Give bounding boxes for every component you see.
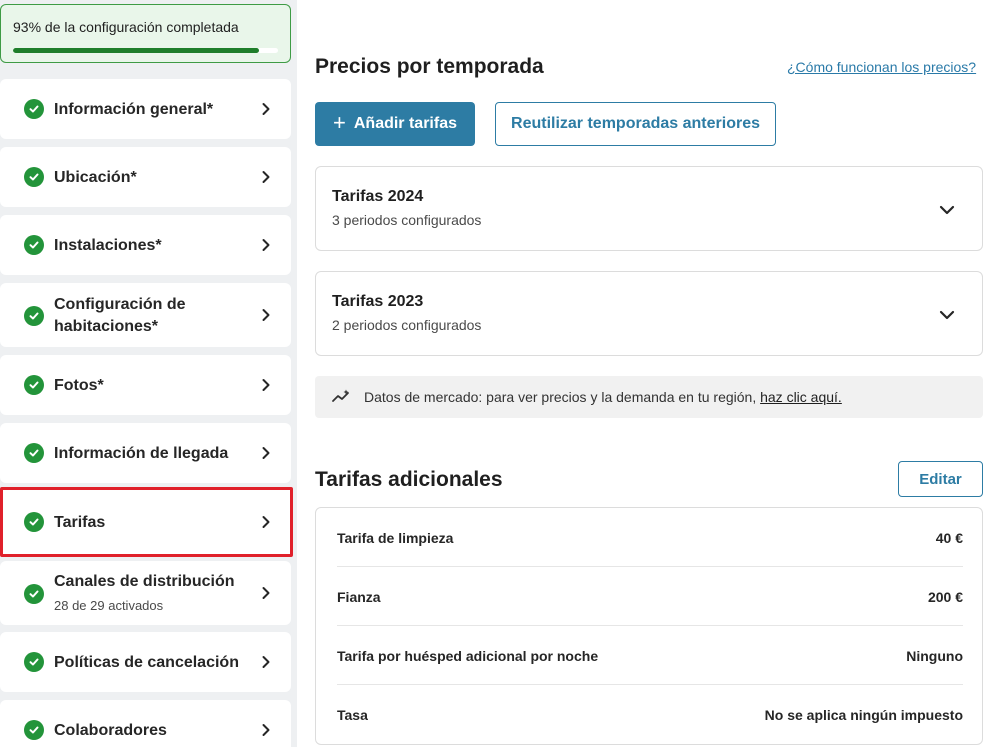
edit-fees-button[interactable]: Editar — [898, 461, 983, 497]
sidebar-item-label: Fotos* — [54, 377, 104, 394]
check-icon — [24, 235, 44, 255]
check-icon — [24, 375, 44, 395]
sidebar-item-label: Información de llegada — [54, 445, 229, 462]
market-data-banner: Datos de mercado: para ver precios y la … — [315, 376, 983, 418]
chevron-right-icon — [262, 516, 270, 528]
chevron-right-icon — [262, 239, 270, 251]
sidebar-item-label: Colaboradores — [54, 722, 167, 739]
pricing-help-link[interactable]: ¿Cómo funcionan los precios? — [787, 59, 976, 75]
fee-row: Fianza 200 € — [337, 567, 963, 626]
progress-label: 93% de la configuración completada — [13, 19, 239, 35]
market-data-message: Datos de mercado: para ver precios y la … — [364, 389, 757, 405]
sidebar-item-colaboradores[interactable]: Colaboradores — [0, 700, 291, 747]
fee-value: 40 € — [935, 530, 963, 546]
season-card-2023[interactable]: Tarifas 2023 2 periodos configurados — [315, 271, 983, 356]
sidebar-item-informacion-general[interactable]: Información general* — [0, 79, 291, 139]
plus-icon: + — [333, 110, 346, 135]
additional-fees-title: Tarifas adicionales — [315, 468, 503, 491]
chevron-right-icon — [262, 171, 270, 183]
check-icon — [24, 443, 44, 463]
chevron-down-icon[interactable] — [938, 202, 956, 218]
sidebar-item-politicas-cancelacion[interactable]: Políticas de cancelación — [0, 632, 291, 692]
sidebar-item-label-line2: habitaciones* — [54, 318, 159, 335]
chevron-right-icon — [262, 656, 270, 668]
fee-label: Tarifa por huésped adicional por noche — [337, 648, 599, 664]
fee-value: 200 € — [927, 589, 963, 605]
setup-sidebar: 93% de la configuración completada Infor… — [0, 0, 297, 747]
sidebar-item-label: Configuración de — [54, 296, 186, 313]
market-data-text: Datos de mercado: para ver precios y la … — [364, 389, 842, 405]
sidebar-item-fotos[interactable]: Fotos* — [0, 355, 291, 415]
check-icon — [24, 99, 44, 119]
fee-label: Tarifa de limpieza — [337, 530, 454, 546]
setup-progress-card: 93% de la configuración completada — [0, 4, 291, 63]
season-periods: 2 periodos configurados — [332, 317, 482, 333]
sidebar-item-label: Ubicación* — [54, 169, 137, 186]
sidebar-item-label: Políticas de cancelación — [54, 654, 239, 671]
chevron-down-icon[interactable] — [938, 307, 956, 323]
sidebar-item-label: Información general* — [54, 101, 214, 118]
add-rates-button[interactable]: + Añadir tarifas — [315, 102, 475, 146]
sidebar-item-sublabel: 28 de 29 activados — [54, 598, 164, 613]
progress-bar-fill — [13, 48, 260, 53]
fee-row: Tarifa de limpieza 40 € — [337, 508, 963, 567]
additional-fees-table: Tarifa de limpieza 40 € Fianza 200 € Tar… — [315, 507, 983, 745]
fee-value: No se aplica ningún impuesto — [764, 707, 963, 723]
chevron-right-icon — [262, 103, 270, 115]
seasonal-pricing-title: Precios por temporada — [315, 55, 544, 78]
chevron-right-icon — [262, 309, 270, 321]
check-icon — [24, 512, 44, 532]
check-icon — [24, 306, 44, 326]
trend-sparkle-icon — [332, 389, 349, 402]
check-icon — [24, 167, 44, 187]
check-icon — [24, 720, 44, 740]
chevron-right-icon — [262, 447, 270, 459]
fee-label: Tasa — [337, 707, 368, 723]
sidebar-item-informacion-llegada[interactable]: Información de llegada — [0, 423, 291, 483]
progress-bar — [13, 48, 278, 53]
sidebar-item-ubicacion[interactable]: Ubicación* — [0, 147, 291, 207]
season-card-2024[interactable]: Tarifas 2024 3 periodos configurados — [315, 166, 983, 251]
season-title: Tarifas 2024 — [332, 188, 424, 205]
sidebar-item-canales-distribucion[interactable]: Canales de distribución 28 de 29 activad… — [0, 561, 291, 625]
season-title: Tarifas 2023 — [332, 293, 424, 310]
check-icon — [24, 584, 44, 604]
sidebar-item-label: Canales de distribución — [54, 573, 235, 590]
fee-value: Ninguno — [906, 648, 963, 664]
sidebar-item-configuracion-habitaciones[interactable]: Configuración de habitaciones* — [0, 283, 291, 347]
add-rates-label: Añadir tarifas — [353, 115, 457, 132]
fee-label: Fianza — [337, 589, 381, 605]
chevron-right-icon — [262, 724, 270, 736]
check-icon — [24, 652, 44, 672]
reuse-seasons-button[interactable]: Reutilizar temporadas anteriores — [495, 102, 776, 146]
sidebar-item-tarifas[interactable]: Tarifas — [0, 487, 293, 557]
sidebar-item-label: Tarifas — [54, 514, 106, 531]
sidebar-item-label: Instalaciones* — [54, 237, 162, 254]
chevron-right-icon — [262, 587, 270, 599]
sidebar-item-instalaciones[interactable]: Instalaciones* — [0, 215, 291, 275]
fee-row: Tasa No se aplica ningún impuesto — [337, 685, 963, 744]
market-data-link[interactable]: haz clic aquí. — [760, 389, 842, 405]
chevron-right-icon — [262, 379, 270, 391]
fee-row: Tarifa por huésped adicional por noche N… — [337, 626, 963, 685]
season-periods: 3 periodos configurados — [332, 212, 482, 228]
